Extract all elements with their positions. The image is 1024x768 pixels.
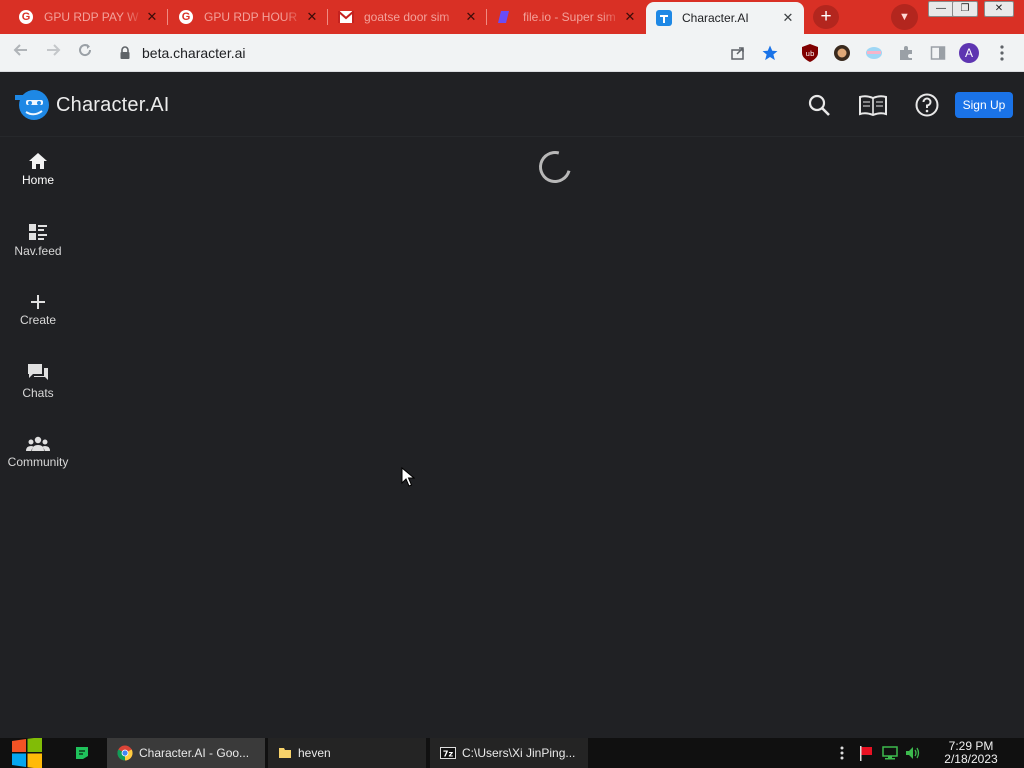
gmail-icon bbox=[338, 9, 354, 25]
help-icon bbox=[915, 93, 939, 117]
taskbar-item-label: Character.AI - Goo... bbox=[139, 746, 250, 760]
svg-text:ub: ub bbox=[806, 50, 815, 58]
share-icon[interactable] bbox=[728, 43, 748, 63]
nav-item-chats[interactable]: Chats bbox=[0, 363, 76, 400]
close-tab-icon[interactable]: ✕ bbox=[780, 10, 796, 26]
bookmark-star-icon[interactable] bbox=[760, 43, 780, 63]
kebab-menu-icon[interactable] bbox=[992, 43, 1012, 63]
start-button[interactable] bbox=[10, 738, 44, 768]
header-divider bbox=[0, 136, 1024, 137]
taskbar-item-7zip[interactable]: 7z C:\Users\Xi JinPing... bbox=[430, 738, 588, 768]
chevron-down-icon: ▼ bbox=[899, 11, 910, 23]
nav-item-feed[interactable]: Nav.feed bbox=[0, 223, 76, 258]
tab-title: file.io - Super sim bbox=[523, 10, 616, 24]
home-icon bbox=[29, 153, 47, 169]
book-button[interactable] bbox=[859, 92, 887, 118]
search-button[interactable] bbox=[806, 92, 832, 118]
nav-label: Chats bbox=[22, 386, 54, 400]
new-tab-button[interactable]: + bbox=[813, 5, 839, 29]
volume-icon[interactable] bbox=[905, 745, 921, 761]
nav-label: Community bbox=[7, 455, 69, 469]
close-tab-icon[interactable]: ✕ bbox=[304, 9, 320, 25]
system-clock[interactable]: 7:29 PM 2/18/2023 bbox=[936, 740, 1006, 766]
browser-tab-fileio[interactable]: file.io - Super sim ✕ bbox=[487, 0, 646, 34]
plus-icon bbox=[31, 295, 45, 309]
extension-cloud-icon[interactable] bbox=[864, 43, 884, 63]
tab-title: GPU RDP PAY W bbox=[44, 10, 139, 24]
tab-title: GPU RDP HOUR bbox=[204, 10, 298, 24]
reload-icon bbox=[79, 44, 92, 57]
browser-tab-gpu-rdp-hour[interactable]: G GPU RDP HOUR ✕ bbox=[168, 0, 328, 34]
nav-label: Home bbox=[21, 173, 54, 187]
lock-icon bbox=[120, 46, 130, 64]
browser-tab-gpu-rdp-pay[interactable]: G GPU RDP PAY W ✕ bbox=[8, 0, 168, 34]
clock-date: 2/18/2023 bbox=[944, 752, 998, 766]
extensions-puzzle-icon[interactable] bbox=[896, 43, 916, 63]
network-icon[interactable] bbox=[882, 745, 898, 761]
nav-item-create[interactable]: Create bbox=[0, 294, 76, 327]
nav-item-home[interactable]: Home bbox=[0, 152, 76, 187]
arrow-left-icon bbox=[13, 44, 27, 56]
tab-strip: G GPU RDP PAY W ✕ G GPU RDP HOUR ✕ goats… bbox=[0, 0, 1024, 34]
7zip-icon: 7z bbox=[440, 747, 456, 759]
tray-overflow-icon[interactable] bbox=[834, 745, 850, 761]
help-button[interactable] bbox=[914, 92, 940, 118]
svg-text:7z: 7z bbox=[443, 750, 454, 759]
tab-search-button[interactable]: ▼ bbox=[891, 4, 918, 30]
community-icon bbox=[26, 436, 50, 451]
characterai-logo-icon bbox=[15, 90, 49, 120]
reload-button[interactable] bbox=[74, 42, 96, 64]
chats-icon bbox=[28, 364, 48, 380]
sign-up-button[interactable]: Sign Up bbox=[955, 92, 1013, 118]
tab-title: Character.AI bbox=[682, 11, 749, 25]
fileio-icon bbox=[497, 9, 513, 25]
nav-label: Create bbox=[19, 313, 57, 327]
close-tab-icon[interactable]: ✕ bbox=[144, 9, 160, 25]
taskbar-item-label: C:\Users\Xi JinPing... bbox=[462, 746, 576, 760]
address-bar[interactable]: beta.character.ai bbox=[108, 39, 790, 67]
browser-tab-characterai[interactable]: Character.AI ✕ bbox=[646, 2, 804, 34]
book-icon bbox=[859, 95, 887, 116]
restore-button[interactable]: ❐ bbox=[952, 1, 978, 17]
browser-toolbar: beta.character.ai ub A bbox=[0, 34, 1024, 72]
back-button[interactable] bbox=[10, 42, 32, 64]
tab-title: goatse door sim bbox=[364, 10, 450, 24]
folder-icon bbox=[279, 748, 291, 758]
feed-icon bbox=[29, 224, 47, 240]
google-g-icon: G bbox=[18, 9, 34, 25]
arrow-right-icon bbox=[47, 44, 61, 56]
close-tab-icon[interactable]: ✕ bbox=[622, 9, 638, 25]
loading-spinner bbox=[533, 145, 577, 189]
browser-tab-goatse-door[interactable]: goatse door sim ✕ bbox=[328, 0, 487, 34]
windows-logo-icon bbox=[12, 738, 42, 768]
close-window-button[interactable]: ✕ bbox=[984, 1, 1014, 17]
characterai-icon bbox=[656, 10, 672, 26]
taskbar-item-heven[interactable]: heven bbox=[268, 738, 426, 768]
close-tab-icon[interactable]: ✕ bbox=[463, 9, 479, 25]
side-panel-icon[interactable] bbox=[928, 43, 948, 63]
action-center-flag-icon[interactable] bbox=[858, 745, 874, 761]
google-g-icon: G bbox=[178, 9, 194, 25]
app-green-icon[interactable] bbox=[73, 744, 91, 762]
taskbar-item-label: heven bbox=[298, 746, 331, 760]
extension-avatar-icon[interactable] bbox=[832, 43, 852, 63]
brand-logo[interactable]: Character.AI bbox=[14, 88, 170, 122]
profile-avatar[interactable]: A bbox=[959, 43, 979, 63]
brand-name: Character.AI bbox=[56, 93, 170, 116]
forward-button[interactable] bbox=[42, 42, 64, 64]
mouse-cursor-icon bbox=[401, 467, 415, 487]
ublock-icon[interactable]: ub bbox=[800, 43, 820, 63]
windows-taskbar: Character.AI - Goo... heven 7z C:\Users\… bbox=[0, 738, 1024, 768]
url-text: beta.character.ai bbox=[142, 45, 246, 61]
nav-item-community[interactable]: Community bbox=[0, 436, 76, 469]
minimize-button[interactable]: — bbox=[928, 1, 954, 17]
taskbar-item-chrome[interactable]: Character.AI - Goo... bbox=[107, 738, 265, 768]
search-icon bbox=[808, 94, 830, 116]
nav-label: Nav.feed bbox=[14, 244, 62, 258]
page-content: Character.AI Sign Up Home Nav.feed Creat… bbox=[0, 72, 1024, 738]
chrome-icon bbox=[117, 745, 133, 761]
